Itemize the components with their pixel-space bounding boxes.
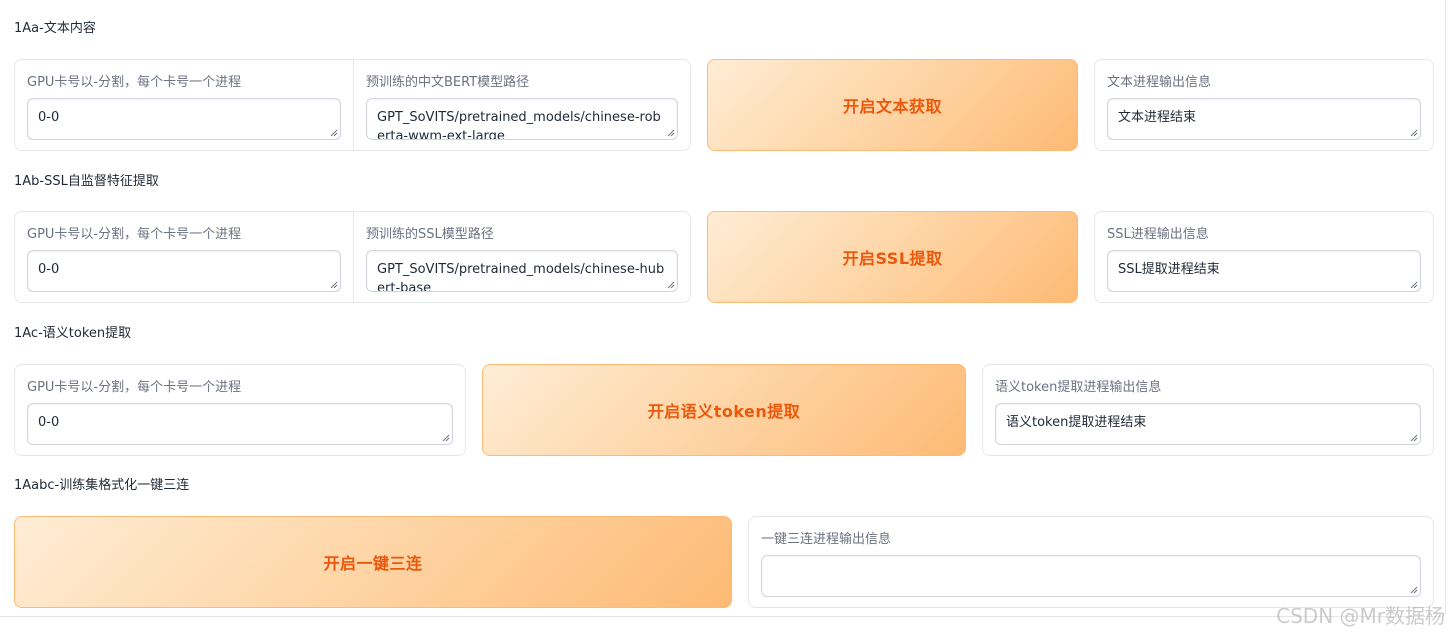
ssl-model-field-group: 预训练的SSL模型路径 GPT_SoVITS/pretrained_models… (353, 212, 690, 302)
ssl-model-path-value: GPT_SoVITS/pretrained_models/chinese-hub… (377, 262, 665, 292)
bert-model-path-value: GPT_SoVITS/pretrained_models/chinese-rob… (377, 110, 661, 140)
ssl-model-label: 预训练的SSL模型路径 (366, 227, 494, 242)
section-title-ssl: 1Ab-SSL自监督特征提取 (14, 174, 159, 189)
gpu-input-value: 0-0 (38, 415, 60, 430)
bert-model-label: 预训练的中文BERT模型路径 (366, 75, 530, 90)
bert-model-field-group: 预训练的中文BERT模型路径 GPT_SoVITS/pretrained_mod… (353, 60, 690, 150)
ssl-inputs-card: GPU卡号以-分割，每个卡号一个进程 0-0 预训练的SSL模型路径 GPT_S… (14, 211, 691, 303)
semantic-inputs-card: GPU卡号以-分割，每个卡号一个进程 0-0 (14, 364, 466, 456)
text-output-box[interactable]: 文本进程结束 (1107, 98, 1421, 140)
section-title-one-click: 1Aabc-训练集格式化一键三连 (14, 478, 190, 493)
resize-handle-icon[interactable] (1409, 433, 1418, 442)
ssl-output-value: SSL提取进程结束 (1118, 262, 1220, 277)
one-click-output-label: 一键三连进程输出信息 (761, 532, 892, 547)
start-semantic-token-extraction-button[interactable]: 开启语义token提取 (482, 364, 966, 456)
text-inputs-card: GPU卡号以-分割，每个卡号一个进程 0-0 预训练的中文BERT模型路径 GP… (14, 59, 691, 151)
one-click-output-box[interactable] (761, 555, 1421, 597)
start-one-click-button[interactable]: 开启一键三连 (14, 516, 732, 608)
semantic-output-value: 语义token提取进程结束 (1006, 415, 1147, 430)
ssl-output-card: SSL进程输出信息 SSL提取进程结束 (1094, 211, 1434, 303)
one-click-output-card: 一键三连进程输出信息 (748, 516, 1434, 608)
resize-handle-icon[interactable] (1409, 585, 1418, 594)
resize-handle-icon[interactable] (329, 128, 338, 137)
gpu-field-label: GPU卡号以-分割，每个卡号一个进程 (27, 227, 242, 242)
resize-handle-icon[interactable] (666, 280, 675, 289)
ssl-output-label: SSL进程输出信息 (1107, 227, 1209, 242)
text-output-card: 文本进程输出信息 文本进程结束 (1094, 59, 1434, 151)
text-output-value: 文本进程结束 (1118, 110, 1197, 125)
semantic-output-card: 语义token提取进程输出信息 语义token提取进程结束 (982, 364, 1434, 456)
resize-handle-icon[interactable] (441, 433, 450, 442)
text-output-label: 文本进程输出信息 (1107, 75, 1212, 90)
semantic-output-label: 语义token提取进程输出信息 (995, 380, 1162, 395)
gpu-field-group: GPU卡号以-分割，每个卡号一个进程 0-0 (15, 60, 353, 150)
bert-model-path-input[interactable]: GPT_SoVITS/pretrained_models/chinese-rob… (366, 98, 678, 140)
resize-handle-icon[interactable] (666, 128, 675, 137)
gpu-input[interactable]: 0-0 (27, 98, 341, 140)
gpu-input-value: 0-0 (38, 262, 60, 277)
resize-handle-icon[interactable] (329, 280, 338, 289)
gpu-field-label: GPU卡号以-分割，每个卡号一个进程 (27, 380, 242, 395)
gpu-input-value: 0-0 (38, 110, 60, 125)
section-title-text: 1Aa-文本内容 (14, 21, 96, 36)
gpu-field-label: GPU卡号以-分割，每个卡号一个进程 (27, 75, 242, 90)
start-ssl-extraction-button[interactable]: 开启SSL提取 (707, 211, 1078, 303)
gpu-input[interactable]: 0-0 (27, 403, 453, 445)
resize-handle-icon[interactable] (1409, 280, 1418, 289)
gpu-field-group: GPU卡号以-分割，每个卡号一个进程 0-0 (15, 212, 353, 302)
ssl-output-box[interactable]: SSL提取进程结束 (1107, 250, 1421, 292)
ssl-model-path-input[interactable]: GPT_SoVITS/pretrained_models/chinese-hub… (366, 250, 678, 292)
resize-handle-icon[interactable] (1409, 128, 1418, 137)
section-title-semantic-token: 1Ac-语义token提取 (14, 326, 132, 341)
start-text-extraction-button[interactable]: 开启文本获取 (707, 59, 1078, 151)
semantic-output-box[interactable]: 语义token提取进程结束 (995, 403, 1421, 445)
watermark-text: CSDN @Mr数据杨 (1276, 604, 1445, 628)
gpu-input[interactable]: 0-0 (27, 250, 341, 292)
